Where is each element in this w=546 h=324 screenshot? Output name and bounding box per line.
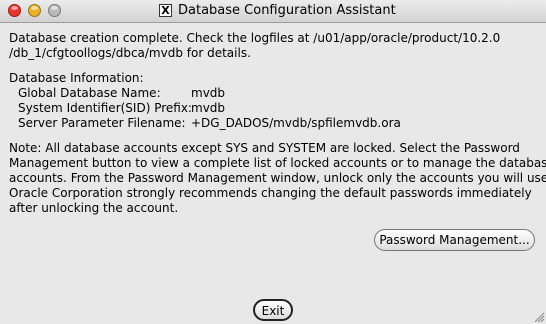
zoom-icon[interactable]: [48, 4, 61, 17]
completion-message-line-1: Database creation complete. Check the lo…: [9, 31, 501, 45]
note-line-1: Note: All database accounts except SYS a…: [9, 141, 520, 155]
note-line-2: Management button to view a complete lis…: [9, 156, 546, 170]
note-line-5: after unlocking the account.: [9, 201, 179, 215]
dbca-window: X Database Configuration Assistant Datab…: [0, 0, 546, 324]
note-line-3: accounts. From the Password Management w…: [9, 171, 546, 185]
password-management-button[interactable]: Password Management...: [374, 229, 535, 251]
note-line-4: Oracle Corporation strongly recommends c…: [9, 186, 532, 200]
exit-button[interactable]: Exit: [253, 299, 293, 321]
x11-app-icon: X: [159, 4, 172, 17]
minimize-icon[interactable]: [28, 4, 41, 17]
spfile-value: +DG_DADOS/mvdb/spfilemvdb.ora: [191, 116, 401, 130]
global-db-name-label: Global Database Name:: [18, 86, 161, 100]
sid-prefix-label: System Identifier(SID) Prefix:: [18, 101, 192, 115]
window-title: Database Configuration Assistant: [178, 3, 396, 18]
global-db-name-value: mvdb: [191, 86, 226, 100]
title-bar[interactable]: X Database Configuration Assistant: [0, 0, 546, 23]
dialog-content: Database creation complete. Check the lo…: [0, 22, 546, 324]
resize-grip-icon[interactable]: [533, 311, 545, 323]
database-info-heading: Database Information:: [9, 71, 144, 85]
completion-message-line-2: /db_1/cfgtoollogs/dbca/mvdb for details.: [9, 46, 251, 60]
spfile-label: Server Parameter Filename:: [18, 116, 186, 130]
sid-prefix-value: mvdb: [191, 101, 226, 115]
close-icon[interactable]: [8, 4, 21, 17]
